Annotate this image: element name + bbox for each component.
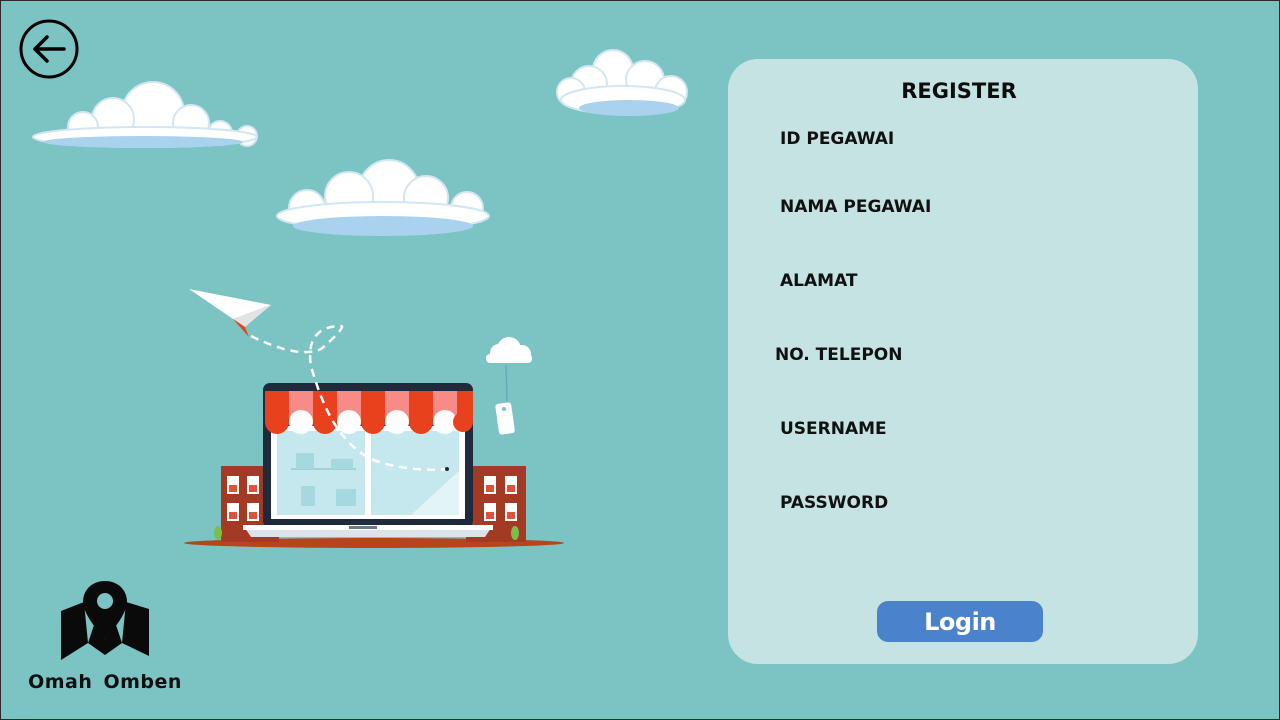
nama-pegawai-label: NAMA PEGAWAI	[780, 197, 932, 217]
username-label: USERNAME	[780, 419, 887, 439]
register-title: REGISTER	[901, 79, 1017, 103]
register-screen: Omah Omben REGISTER ID PEGAWAI NAMA PEGA…	[0, 0, 1280, 720]
cloud-decoration-2	[556, 49, 688, 116]
brand-name: Omah Omben	[28, 671, 182, 693]
online-store-laptop-icon	[184, 289, 564, 548]
map-pin-icon	[61, 581, 149, 660]
login-button[interactable]: Login	[877, 601, 1043, 642]
password-label: PASSWORD	[780, 493, 889, 513]
register-panel: REGISTER ID PEGAWAI NAMA PEGAWAI ALAMAT …	[728, 59, 1198, 664]
arrow-left-circle-icon	[19, 19, 79, 79]
no-telepon-label: NO. TELEPON	[775, 345, 903, 365]
id-pegawai-label: ID PEGAWAI	[780, 129, 895, 149]
cloud-decoration-3	[276, 159, 490, 236]
brand-block: Omah Omben	[25, 579, 185, 693]
cloud-decoration-1	[32, 81, 258, 148]
alamat-label: ALAMAT	[780, 271, 858, 291]
back-button[interactable]	[19, 19, 79, 79]
